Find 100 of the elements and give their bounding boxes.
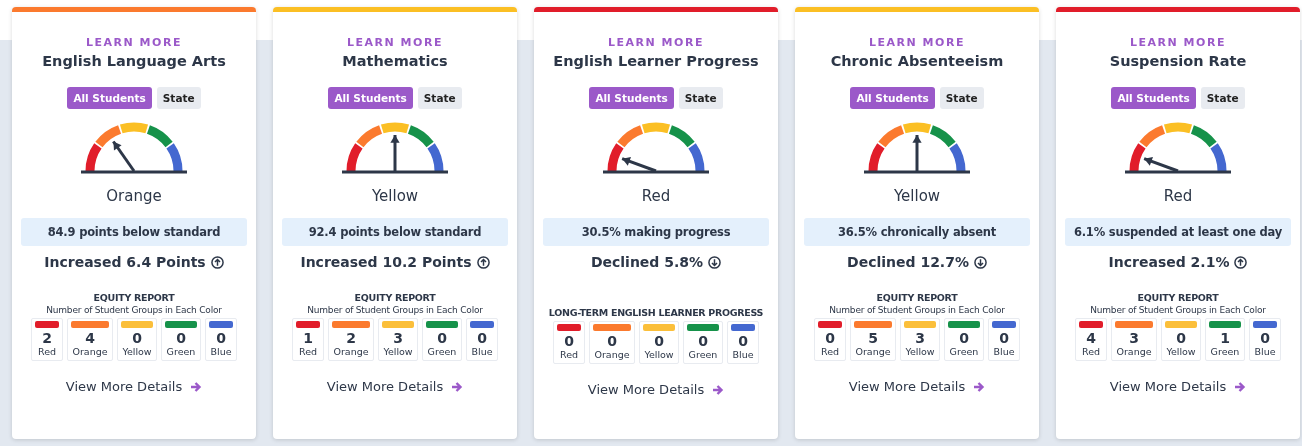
count-label: Yellow [905,346,935,357]
count-label: Green [1210,346,1240,357]
change-text: Increased 6.4 Points [44,254,206,270]
view-details-link[interactable]: View More Details [848,379,986,394]
equity-title: EQUITY REPORT [1137,292,1219,303]
count-label: Orange [1116,346,1152,357]
filter-tab[interactable]: State [417,87,462,109]
count-number: 0 [825,330,835,346]
filter-tab[interactable]: All Students [67,87,152,109]
learn-more-link[interactable]: LEARN MORE [1130,36,1226,49]
equity-title: EQUITY REPORT [354,292,436,303]
arrow-right-icon [973,380,986,393]
status-text: 84.9 points below standard [21,218,247,246]
count-number: 0 [564,333,574,349]
view-details-link[interactable]: View More Details [65,379,203,394]
card-title: English Learner Progress [553,53,759,69]
count-number: 2 [346,330,356,346]
view-details-link[interactable]: View More Details [1109,379,1247,394]
change-text: Increased 10.2 Points [300,254,472,270]
view-details-link[interactable]: View More Details [587,382,725,397]
count-label: Yellow [122,346,152,357]
arrow-right-icon [1234,380,1247,393]
arrow-down-circle-icon [973,255,987,269]
count-number: 0 [607,333,617,349]
count-number: 5 [868,330,878,346]
count-label: Blue [732,349,754,360]
count-label: Yellow [1166,346,1196,357]
equity-title: EQUITY REPORT [93,292,175,303]
count-label: Orange [594,349,630,360]
equity-subtitle: Number of Student Groups in Each Color [46,305,222,315]
count-label: Red [559,349,579,360]
count-label: Red [298,346,318,357]
learn-more-link[interactable]: LEARN MORE [347,36,443,49]
count-label: Green [949,346,979,357]
filter-tab[interactable]: All Students [850,87,935,109]
count-label: Blue [210,346,232,357]
equity-title: LONG-TERM ENGLISH LEARNER PROGRESS [548,307,764,318]
change-text: Increased 2.1% [1108,254,1230,270]
arrow-up-circle-icon [1234,255,1248,269]
count-label: Orange [72,346,108,357]
count-number: 0 [437,330,447,346]
rating-label: Yellow [371,187,419,205]
status-text: 6.1% suspended at least one day [1065,218,1291,246]
filter-tab[interactable]: All Students [1111,87,1196,109]
equity-title: EQUITY REPORT [876,292,958,303]
count-label: Blue [1254,346,1276,357]
count-label: Blue [471,346,493,357]
status-text: 30.5% making progress [543,218,769,246]
view-details-link[interactable]: View More Details [326,379,464,394]
count-number: 0 [477,330,487,346]
rating-label: Yellow [893,187,941,205]
change-text: Declined 5.8% [590,254,704,270]
count-number: 3 [393,330,403,346]
arrow-down-circle-icon [708,255,722,269]
count-number: 3 [915,330,925,346]
count-label: Green [688,349,718,360]
count-number: 0 [698,333,708,349]
filter-tab[interactable]: State [678,87,723,109]
count-label: Red [37,346,57,357]
count-label: Green [166,346,196,357]
filter-tab[interactable]: All Students [589,87,674,109]
count-label: Red [820,346,840,357]
status-text: 92.4 points below standard [282,218,508,246]
count-label: Orange [333,346,369,357]
card-title: Mathematics [342,53,448,69]
change-text: Declined 12.7% [847,254,969,270]
filter-tab[interactable]: All Students [328,87,413,109]
count-number: 0 [1176,330,1186,346]
count-label: Yellow [383,346,413,357]
arrow-up-circle-icon [476,255,490,269]
filter-tab[interactable]: State [1200,87,1245,109]
count-number: 0 [959,330,969,346]
card-title: English Language Arts [42,53,226,69]
count-number: 0 [216,330,226,346]
count-number: 4 [85,330,95,346]
count-number: 1 [1220,330,1230,346]
arrow-right-icon [712,383,725,396]
equity-subtitle: Number of Student Groups in Each Color [307,305,483,315]
filter-tab[interactable]: State [156,87,201,109]
count-label: Yellow [644,349,674,360]
filter-tab[interactable]: State [939,87,984,109]
card-title: Suspension Rate [1109,53,1247,69]
count-label: Green [427,346,457,357]
count-number: 0 [1260,330,1270,346]
equity-subtitle: Number of Student Groups in Each Color [1090,305,1266,315]
count-number: 0 [176,330,186,346]
arrow-right-icon [451,380,464,393]
arrow-right-icon [190,380,203,393]
learn-more-link[interactable]: LEARN MORE [86,36,182,49]
count-number: 0 [999,330,1009,346]
arrow-up-circle-icon [210,255,224,269]
learn-more-link[interactable]: LEARN MORE [608,36,704,49]
count-label: Blue [993,346,1015,357]
learn-more-link[interactable]: LEARN MORE [869,36,965,49]
count-number: 0 [654,333,664,349]
count-number: 0 [738,333,748,349]
count-label: Orange [855,346,891,357]
equity-subtitle: Number of Student Groups in Each Color [829,305,1005,315]
rating-label: Orange [106,187,162,205]
rating-label: Red [1163,187,1193,205]
